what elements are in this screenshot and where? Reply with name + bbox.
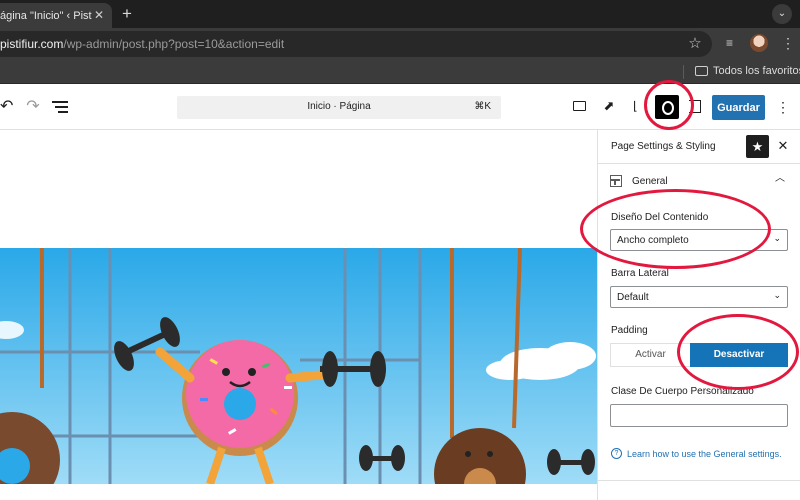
canvas-footer-space xyxy=(0,484,597,500)
screenshot: ágina "Inicio" ‹ Pistifi ✕ + ⌄ pistifiur… xyxy=(0,0,800,500)
editor-toolbar: ↶ ↷ Inicio · Página ⌘K ⬈ ⌊ Guardar ⋮ xyxy=(0,85,800,130)
help-icon: ? xyxy=(611,448,622,459)
chevron-down-icon: ⌄ xyxy=(773,233,781,243)
body-class-input[interactable] xyxy=(610,404,788,427)
body-class-label: Clase De Cuerpo Personalizado xyxy=(611,386,754,397)
sidebar-layout-select[interactable]: Default ⌄ xyxy=(610,286,788,308)
layout-icon xyxy=(610,175,622,187)
block-tool-icon[interactable]: ⌊ xyxy=(633,99,641,115)
save-button[interactable]: Guardar xyxy=(712,95,765,120)
content-layout-label: Diseño Del Contenido xyxy=(611,212,709,223)
redo-icon[interactable]: ↷ xyxy=(24,97,42,117)
content-layout-value: Ancho completo xyxy=(617,235,689,246)
page-settings-plugin-icon[interactable] xyxy=(655,95,679,119)
document-bar[interactable]: Inicio · Página ⌘K xyxy=(177,96,501,119)
reading-list-icon[interactable]: ≡ xyxy=(726,36,742,52)
browser-address-bar: pistifiur.com/wp-admin/post.php?post=10&… xyxy=(0,28,800,60)
sidebar-title: Page Settings & Styling xyxy=(611,141,716,152)
browser-tab-bar: ágina "Inicio" ‹ Pistifi ✕ + ⌄ xyxy=(0,0,800,28)
content-layout-select[interactable]: Ancho completo ⌄ xyxy=(610,229,788,251)
url-path: /wp-admin/post.php?post=10&action=edit xyxy=(63,37,285,51)
general-panel-toggle[interactable] xyxy=(598,164,800,198)
padding-enable-button[interactable]: Activar xyxy=(610,343,690,367)
sidebar-layout-label: Barra Lateral xyxy=(611,268,669,279)
document-title: Inicio · Página xyxy=(307,101,371,112)
omnibox[interactable]: pistifiur.com/wp-admin/post.php?post=10&… xyxy=(0,31,712,57)
tab-search-chevron-icon[interactable]: ⌄ xyxy=(772,4,792,24)
command-shortcut: ⌘K xyxy=(474,101,491,112)
bookmark-star-icon[interactable]: ☆ xyxy=(686,35,704,53)
bookmark-divider xyxy=(683,65,684,79)
close-icon[interactable]: ✕ xyxy=(92,8,106,22)
preview-device-icon[interactable] xyxy=(573,101,586,111)
new-tab-icon[interactable]: + xyxy=(118,5,136,23)
general-help-link[interactable]: Learn how to use the General settings. xyxy=(627,449,782,459)
url-host: pistifiur.com xyxy=(0,37,64,51)
chevron-down-icon: ⌄ xyxy=(773,290,781,300)
sidebar-layout-value: Default xyxy=(617,292,649,303)
tab-title: ágina "Inicio" ‹ Pistifi xyxy=(0,9,92,22)
all-bookmarks-link[interactable]: Todos los favoritos xyxy=(713,65,800,77)
donut-gym-illustration xyxy=(0,248,597,484)
padding-label: Padding xyxy=(611,325,648,336)
close-icon[interactable]: ✕ xyxy=(776,138,790,154)
padding-disable-button[interactable]: Desactivar xyxy=(690,343,788,367)
hero-image[interactable] xyxy=(0,248,597,484)
more-options-icon[interactable]: ⋮ xyxy=(776,97,790,117)
url-text[interactable]: pistifiur.com/wp-admin/post.php?post=10&… xyxy=(0,37,284,51)
browser-tab[interactable]: ágina "Inicio" ‹ Pistifi ✕ xyxy=(0,3,112,28)
browser-menu-icon[interactable]: ⋮ xyxy=(781,34,795,52)
editor-canvas[interactable] xyxy=(0,130,597,500)
list-view-icon[interactable] xyxy=(52,101,68,115)
profile-avatar[interactable] xyxy=(750,34,768,52)
star-icon[interactable]: ★ xyxy=(746,135,769,158)
sidebar-header: Page Settings & Styling ★ ✕ xyxy=(598,130,800,164)
chevron-up-icon[interactable]: ︿ xyxy=(774,173,786,185)
view-page-icon[interactable]: ⬈ xyxy=(601,97,617,115)
settings-sidebar: Page Settings & Styling ★ ✕ General ︿ Di… xyxy=(597,130,800,500)
settings-sidebar-icon[interactable] xyxy=(689,100,701,113)
folder-icon xyxy=(695,66,708,76)
undo-icon[interactable]: ↶ xyxy=(0,97,14,117)
bookmarks-bar: Todos los favoritos xyxy=(0,60,800,84)
panel-title: General xyxy=(632,176,668,187)
sidebar-divider xyxy=(598,480,800,481)
